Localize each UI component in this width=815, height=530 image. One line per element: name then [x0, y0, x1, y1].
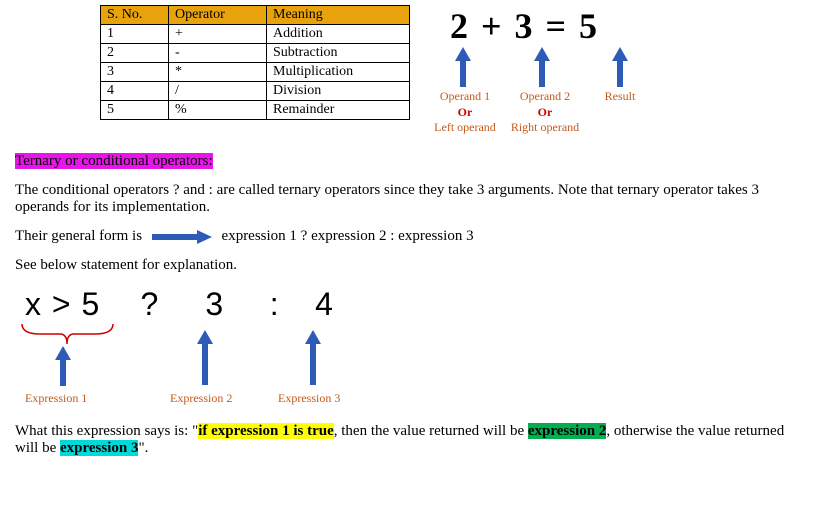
table-row: 4/Division — [101, 82, 410, 101]
expr1-label: Expression 1 — [25, 391, 87, 406]
highlight-expr3: expression 3 — [60, 440, 138, 456]
arrow-up-icon — [532, 47, 552, 87]
equation-text: 2 + 3 = 5 — [450, 5, 599, 47]
expr2-label: Expression 2 — [170, 391, 232, 406]
arrow-right-icon — [152, 230, 212, 244]
operand2-label: Operand 2 Or Right operand — [505, 89, 585, 136]
table-row: 2-Subtraction — [101, 44, 410, 63]
arrow-up-icon — [453, 47, 473, 87]
col-meaning: Meaning — [267, 6, 410, 25]
highlight-condition: if expression 1 is true — [198, 423, 334, 439]
ternary-diagram: x > 5 ? 3 : 4 Expression 1 Expression 2 … — [15, 286, 465, 411]
arrow-up-icon — [53, 346, 73, 386]
col-sno: S. No. — [101, 6, 169, 25]
arrow-up-icon — [195, 330, 215, 385]
top-section: S. No. Operator Meaning 1+Addition 2-Sub… — [15, 5, 800, 135]
operator-table: S. No. Operator Meaning 1+Addition 2-Sub… — [100, 5, 410, 120]
table-row: 1+Addition — [101, 25, 410, 44]
arrow-up-icon — [303, 330, 323, 385]
intro-paragraph: The conditional operators ? and : are ca… — [15, 182, 800, 216]
brace-icon — [20, 324, 115, 344]
col-operator: Operator — [169, 6, 267, 25]
general-form-line: Their general form is expression 1 ? exp… — [15, 228, 800, 245]
expr3-label: Expression 3 — [278, 391, 340, 406]
operand1-label: Operand 1 Or Left operand — [430, 89, 500, 136]
table-row: 3*Multiplication — [101, 63, 410, 82]
section-heading: Ternary or conditional operators: — [15, 153, 213, 169]
ternary-expression: x > 5 ? 3 : 4 — [25, 286, 345, 323]
equation-diagram: 2 + 3 = 5 Operand 1 Or Left operand Oper… — [450, 5, 730, 135]
final-paragraph: What this expression says is: "if expres… — [15, 423, 800, 457]
arrow-up-icon — [610, 47, 630, 87]
table-row: 5%Remainder — [101, 101, 410, 120]
result-label: Result — [600, 89, 640, 105]
see-below-text: See below statement for explanation. — [15, 257, 800, 274]
highlight-expr2: expression 2 — [528, 423, 606, 439]
